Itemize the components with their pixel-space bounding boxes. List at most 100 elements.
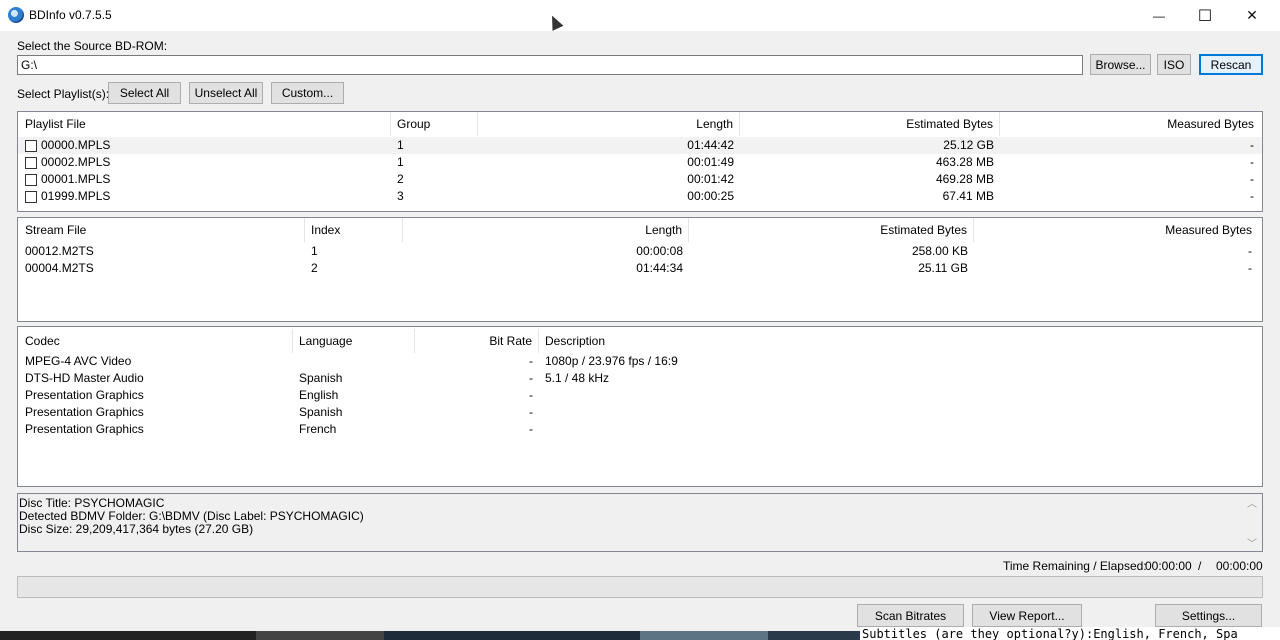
codec-language: Spanish (299, 405, 343, 419)
select-all-button[interactable]: Select All (108, 82, 181, 104)
select-playlists-label: Select Playlist(s): (17, 87, 110, 101)
codec-table-header: Codec Language Bit Rate Description (18, 329, 1262, 353)
playlist-group: 3 (397, 189, 404, 203)
column-header-measured-bytes[interactable]: Measured Bytes (974, 218, 1258, 242)
stream-table[interactable]: Stream File Index Length Estimated Bytes… (17, 217, 1263, 322)
codec-description: 1080p / 23.976 fps / 16:9 (545, 354, 678, 368)
maximize-button[interactable]: ☐ (1182, 0, 1228, 31)
scan-bitrates-button[interactable]: Scan Bitrates (857, 604, 964, 627)
time-remaining-value: 00:00:00 (1145, 559, 1192, 573)
playlist-measured-bytes: - (1250, 172, 1254, 186)
playlist-file: 01999.MPLS (41, 189, 111, 203)
codec-name: Presentation Graphics (25, 405, 144, 419)
log-line-disc-title: Disc Title: PSYCHOMAGIC (19, 496, 165, 510)
time-remaining-label: Time Remaining / Elapsed: (1003, 559, 1147, 573)
playlist-measured-bytes: - (1250, 155, 1254, 169)
column-header-length[interactable]: Length (478, 112, 740, 136)
codec-description (539, 387, 551, 404)
scroll-up-icon[interactable]: ︿ (1247, 495, 1257, 510)
codec-name: MPEG-4 AVC Video (25, 354, 132, 368)
log-line-bdmv-folder: Detected BDMV Folder: G:\BDMV (Disc Labe… (19, 509, 364, 523)
column-header-index[interactable]: Index (305, 218, 403, 242)
playlist-length: 00:01:42 (687, 172, 734, 186)
playlist-length: 01:44:42 (687, 138, 734, 152)
playlist-row[interactable]: 00002.MPLS 1 00:01:49 463.28 MB - (18, 154, 1262, 171)
playlist-file: 00001.MPLS (41, 172, 111, 186)
codec-bit-rate: - (529, 405, 533, 419)
playlist-group: 2 (397, 172, 404, 186)
browse-button[interactable]: Browse... (1090, 54, 1151, 75)
codec-bit-rate: - (529, 354, 533, 368)
stream-file: 00004.M2TS (25, 261, 94, 275)
stream-estimated-bytes: 25.11 GB (918, 261, 968, 275)
codec-name: Presentation Graphics (25, 422, 144, 436)
column-header-description[interactable]: Description (539, 329, 1259, 353)
column-header-length[interactable]: Length (403, 218, 689, 242)
column-header-bit-rate[interactable]: Bit Rate (415, 329, 539, 353)
stream-index: 1 (311, 244, 318, 258)
view-report-button[interactable]: View Report... (972, 604, 1082, 627)
custom-button[interactable]: Custom... (271, 82, 344, 104)
column-header-playlist-file[interactable]: Playlist File (19, 112, 391, 136)
minimize-icon: — (1153, 8, 1165, 23)
stream-measured-bytes: - (1248, 244, 1252, 258)
playlist-file: 00000.MPLS (41, 138, 111, 152)
close-button[interactable]: ✕ (1229, 0, 1275, 31)
scroll-down-icon[interactable]: ﹀ (1247, 535, 1257, 550)
playlist-estimated-bytes: 469.28 MB (935, 172, 994, 186)
column-header-estimated-bytes[interactable]: Estimated Bytes (689, 218, 974, 242)
playlist-estimated-bytes: 67.41 MB (942, 189, 994, 203)
codec-description (539, 421, 551, 438)
background-window-text: Subtitles (are they optional?y):English,… (860, 627, 1280, 640)
unselect-all-button[interactable]: Unselect All (189, 82, 263, 104)
column-header-stream-file[interactable]: Stream File (19, 218, 305, 242)
stream-table-header: Stream File Index Length Estimated Bytes… (18, 218, 1262, 242)
codec-row[interactable]: Presentation Graphics English - (18, 387, 1262, 404)
iso-button[interactable]: ISO (1157, 54, 1191, 75)
codec-language: Spanish (299, 371, 343, 385)
stream-row[interactable]: 00012.M2TS 1 00:00:08 258.00 KB - (18, 243, 1262, 260)
codec-name: Presentation Graphics (25, 388, 144, 402)
codec-row[interactable]: Presentation Graphics Spanish - (18, 404, 1262, 421)
column-header-estimated-bytes[interactable]: Estimated Bytes (740, 112, 1000, 136)
playlist-estimated-bytes: 25.12 GB (943, 138, 994, 152)
title-bar: BDInfo v0.7.5.5 — ☐ ✕ (0, 0, 1280, 31)
column-header-codec[interactable]: Codec (19, 329, 293, 353)
playlist-table[interactable]: Playlist File Group Length Estimated Byt… (17, 111, 1263, 212)
time-elapsed-value: 00:00:00 (1216, 559, 1263, 573)
column-header-measured-bytes[interactable]: Measured Bytes (1000, 112, 1260, 136)
codec-row[interactable]: Presentation Graphics French - (18, 421, 1262, 438)
minimize-button[interactable]: — (1136, 0, 1182, 31)
playlist-row[interactable]: 00000.MPLS 1 01:44:42 25.12 GB - (18, 137, 1262, 154)
codec-name: DTS-HD Master Audio (25, 371, 144, 385)
stream-file: 00012.M2TS (25, 244, 94, 258)
codec-table[interactable]: Codec Language Bit Rate Description MPEG… (17, 326, 1263, 487)
scan-progress-bar (17, 576, 1263, 598)
playlist-length: 00:00:25 (687, 189, 734, 203)
playlist-length: 00:01:49 (687, 155, 734, 169)
playlist-row[interactable]: 00001.MPLS 2 00:01:42 469.28 MB - (18, 171, 1262, 188)
rescan-button[interactable]: Rescan (1199, 54, 1263, 75)
stream-estimated-bytes: 258.00 KB (911, 244, 968, 258)
playlist-measured-bytes: - (1250, 138, 1254, 152)
log-scrollbar[interactable]: ︿ ﹀ (1245, 494, 1262, 551)
source-label: Select the Source BD-ROM: (17, 39, 168, 53)
window-title: BDInfo v0.7.5.5 (29, 8, 112, 22)
codec-row[interactable]: DTS-HD Master Audio Spanish - 5.1 / 48 k… (18, 370, 1262, 387)
playlist-file: 00002.MPLS (41, 155, 111, 169)
codec-language: English (299, 388, 339, 402)
codec-row[interactable]: MPEG-4 AVC Video - 1080p / 23.976 fps / … (18, 353, 1262, 370)
playlist-row[interactable]: 01999.MPLS 3 00:00:25 67.41 MB - (18, 188, 1262, 205)
bdinfo-app-icon (8, 7, 24, 23)
log-line-disc-size: Disc Size: 29,209,417,364 bytes (27.20 G… (19, 522, 254, 536)
disc-info-log[interactable]: Disc Title: PSYCHOMAGIC Detected BDMV Fo… (17, 493, 1263, 552)
source-path-input[interactable]: G:\ (17, 55, 1083, 75)
settings-button[interactable]: Settings... (1155, 604, 1262, 627)
stream-row[interactable]: 00004.M2TS 2 01:44:34 25.11 GB - (18, 260, 1262, 277)
column-header-language[interactable]: Language (293, 329, 415, 353)
stream-length: 00:00:08 (636, 244, 683, 258)
column-header-group[interactable]: Group (391, 112, 478, 136)
playlist-table-header: Playlist File Group Length Estimated Byt… (18, 112, 1262, 136)
codec-description (539, 404, 551, 421)
codec-bit-rate: - (529, 422, 533, 436)
